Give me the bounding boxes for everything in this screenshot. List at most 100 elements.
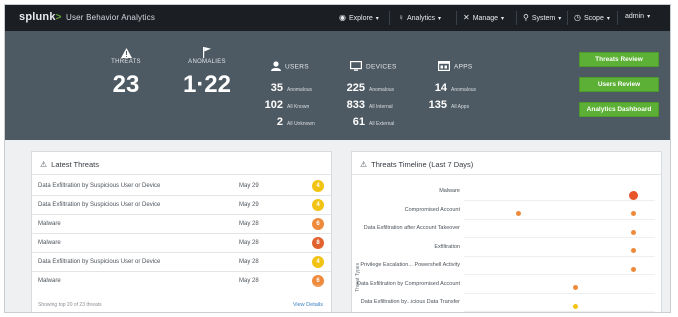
- timeline-title: ⚠ Threats Timeline (Last 7 Days): [360, 160, 473, 169]
- threats-stat[interactable]: THREATS 23: [106, 45, 146, 99]
- timeline-row-label: Malware: [439, 188, 460, 194]
- nav-analytics[interactable]: ♀ Analytics ▾: [398, 13, 441, 22]
- app-window: splunk> User Behavior Analytics ◉ Explore…: [4, 4, 671, 313]
- threat-name[interactable]: Data Exfiltration by Suspicious User or …: [38, 183, 160, 189]
- devices-internal-text: All Internal: [369, 104, 393, 110]
- timeline-gridline: [464, 218, 655, 220]
- nav-divider: [617, 11, 618, 25]
- nav-system-label: System: [531, 15, 556, 22]
- search-icon: ⚲: [523, 13, 529, 22]
- latest-threats-panel: ⚠ Latest Threats Data Exfiltration by Sus…: [31, 151, 332, 312]
- view-details-link[interactable]: View Details: [293, 302, 323, 308]
- timeline-threat-dot[interactable]: [631, 211, 637, 216]
- eye-icon: ◉: [339, 13, 346, 22]
- row-divider: [32, 271, 331, 272]
- users-review-button[interactable]: Users Review: [579, 77, 659, 92]
- devices-anomalous-count: 225: [346, 82, 365, 94]
- timeline-gridline: [464, 200, 655, 201]
- apps-all-row[interactable]: 135 All Apps: [423, 95, 469, 113]
- threats-timeline-panel: ⚠ Threats Timeline (Last 7 Days) Threat T…: [351, 151, 662, 312]
- panel-divider: [352, 174, 661, 175]
- devices-anomalous-text: Anomalous: [369, 87, 395, 93]
- warning-icon: [106, 45, 146, 58]
- apps-anomalous-count: 14: [434, 82, 447, 94]
- threat-name[interactable]: Data Exfiltration by Suspicious User or …: [38, 259, 160, 265]
- threat-score-badge: 8: [312, 237, 324, 249]
- analytics-dashboard-button[interactable]: Analytics Dashboard: [579, 102, 659, 117]
- devices-internal-count: 833: [346, 99, 365, 111]
- users-known-row[interactable]: 102 All Known: [257, 95, 310, 113]
- timeline-row-label: Data Exfiltration after Account Takeover: [363, 225, 460, 231]
- nav-admin-label: admin: [625, 13, 645, 20]
- lightbulb-icon: ♀: [398, 13, 404, 22]
- devices-external-text: All External: [369, 121, 395, 127]
- row-divider: [32, 214, 331, 215]
- timeline-row-label: Data Exfiltration by Compromised Account: [356, 280, 460, 287]
- timeline-threat-dot[interactable]: [631, 248, 637, 253]
- timeline-threat-dot[interactable]: [573, 303, 579, 309]
- warning-icon: ⚠: [40, 160, 48, 169]
- timeline-row-label: Privilege Escalation... Powershell Activ…: [360, 262, 460, 268]
- timeline-threat-dot[interactable]: [631, 229, 637, 235]
- row-divider: [32, 195, 331, 196]
- nav-scope-label: Scope: [583, 15, 604, 22]
- timeline-threat-dot[interactable]: [629, 190, 639, 200]
- threat-date: May 28: [239, 259, 259, 265]
- anomalies-stat[interactable]: ANOMALIES 1·22: [179, 45, 235, 99]
- timeline-gridline: [464, 311, 655, 312]
- warning-icon: ⚠: [360, 160, 368, 169]
- devices-internal-row[interactable]: 833 All Internal: [339, 95, 393, 113]
- timeline-threat-dot[interactable]: [573, 285, 579, 290]
- threat-name[interactable]: Malware: [38, 240, 61, 246]
- timeline-threat-dot[interactable]: [631, 266, 637, 272]
- nav-system[interactable]: ⚲ System ▾: [523, 13, 561, 22]
- threat-date: May 28: [239, 221, 259, 227]
- threat-date: May 29: [239, 183, 259, 189]
- apps-anomalous-text: Anomalous: [451, 87, 477, 93]
- threat-score-badge: 4: [312, 256, 324, 268]
- timeline-heading: Threats Timeline (Last 7 Days): [371, 160, 474, 169]
- nav-manage[interactable]: ✕ Manage ▾: [463, 13, 504, 22]
- apps-group-header: APPS: [438, 61, 473, 73]
- threats-review-button[interactable]: Threats Review: [579, 52, 659, 67]
- threat-name[interactable]: Data Exfiltration by Suspicious User or …: [38, 202, 160, 208]
- threat-score-badge: 4: [312, 199, 324, 211]
- nav-divider: [389, 11, 390, 25]
- timeline-row-label: Data Exfiltration by...icious Data Trans…: [360, 299, 460, 305]
- threat-score-badge: 4: [312, 180, 324, 192]
- latest-threats-title: ⚠ Latest Threats: [40, 160, 99, 169]
- chevron-down-icon: ▾: [647, 14, 651, 20]
- devices-external-row[interactable]: 61 All External: [339, 112, 395, 130]
- app-logo[interactable]: splunk> User Behavior Analytics: [19, 11, 155, 23]
- users-anomalous-row[interactable]: 35 Anomalous: [257, 78, 312, 96]
- threat-name[interactable]: Malware: [38, 221, 61, 227]
- users-known-text: All Known: [287, 104, 310, 110]
- users-unknown-text: All Unknown: [287, 121, 315, 127]
- users-unknown-count: 2: [276, 116, 283, 128]
- nav-scope[interactable]: ◷ Scope ▾: [574, 13, 610, 22]
- timeline-threat-dot[interactable]: [515, 211, 521, 216]
- anomalies-label: ANOMALIES: [188, 59, 226, 65]
- timeline-row-label: Compromised Account: [404, 206, 460, 213]
- apps-anomalous-row[interactable]: 14 Anomalous: [423, 78, 476, 96]
- product-name: User Behavior Analytics: [65, 13, 156, 22]
- timeline-row-label: Exfiltration: [434, 243, 460, 250]
- threats-count: 23: [112, 71, 140, 98]
- nav-explore[interactable]: ◉ Explore ▾: [339, 13, 379, 22]
- threats-footer-text: Showing top 20 of 23 threats: [38, 302, 102, 308]
- devices-anomalous-row[interactable]: 225 Anomalous: [339, 78, 394, 96]
- devices-label: DEVICES: [366, 63, 397, 71]
- nav-manage-label: Manage: [472, 15, 498, 22]
- timeline-gridline: [464, 237, 655, 238]
- nav-explore-label: Explore: [348, 15, 373, 22]
- users-unknown-row[interactable]: 2 All Unknown: [257, 112, 315, 130]
- row-divider: [32, 252, 331, 253]
- summary-band: THREATS 23 ANOMALIES 1·22 USERS 35 Anomal…: [5, 31, 670, 140]
- brand-chevron: >: [55, 12, 62, 23]
- nav-admin[interactable]: admin ▾: [625, 13, 650, 20]
- list-fade: [32, 283, 331, 312]
- users-anomalous-count: 35: [270, 82, 283, 94]
- latest-threats-heading: Latest Threats: [51, 160, 99, 169]
- nav-divider: [516, 11, 517, 25]
- nav-divider: [567, 11, 568, 25]
